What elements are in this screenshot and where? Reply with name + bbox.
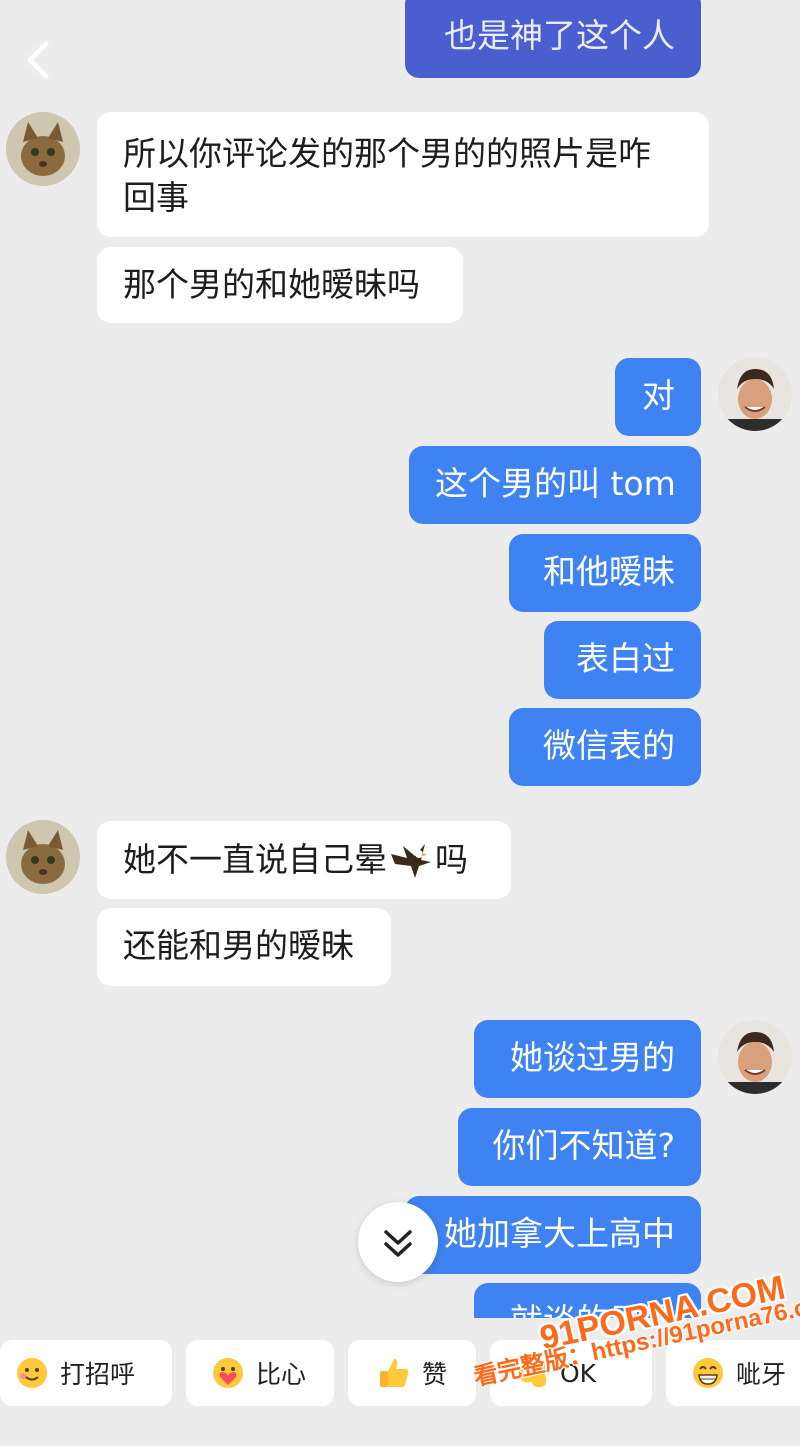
cat-avatar-image bbox=[6, 112, 80, 186]
quick-reply-heart[interactable]: 比心 bbox=[186, 1340, 334, 1406]
message-bubble-outgoing[interactable]: 她加拿大上高中 bbox=[405, 1196, 701, 1274]
contact-avatar[interactable] bbox=[6, 820, 80, 894]
quick-reply-label: 打招呼 bbox=[60, 1360, 136, 1389]
message-text: 所以你评论发的那个男的的照片是咋 bbox=[123, 134, 651, 173]
quick-reply-label: 赞 bbox=[422, 1360, 448, 1389]
message-text: 她加拿大上高中 bbox=[444, 1214, 675, 1253]
quick-reply-wave[interactable]: 打招呼 bbox=[0, 1340, 172, 1406]
message-text: 也是神了这个人 bbox=[444, 16, 675, 55]
message-bubble-incoming[interactable]: 还能和男的暧昧 bbox=[97, 908, 391, 986]
message-bubble-outgoing[interactable]: 她谈过男的 bbox=[474, 1020, 701, 1098]
message-text: 对 bbox=[642, 376, 675, 415]
message-text-line2: 回事 bbox=[123, 178, 189, 217]
message-text: 你们不知道? bbox=[492, 1126, 675, 1165]
quick-reply-label: 比心 bbox=[256, 1360, 307, 1389]
thumbs-up-emoji bbox=[380, 1359, 409, 1387]
message-bubble-outgoing[interactable]: 微信表的 bbox=[509, 708, 701, 786]
quick-reply-label: 呲牙 bbox=[736, 1360, 787, 1389]
message-bubble-outgoing[interactable]: 这个男的叫 tom bbox=[409, 446, 701, 524]
message-bubble-outgoing[interactable]: 对 bbox=[615, 358, 701, 436]
message-bubble-outgoing[interactable]: 也是神了这个人 bbox=[405, 0, 701, 78]
man-avatar-image bbox=[718, 1020, 792, 1094]
message-text-after: 吗 bbox=[435, 840, 468, 879]
cat-avatar-image bbox=[6, 820, 80, 894]
message-text: 表白过 bbox=[576, 639, 675, 678]
quick-reply-grin[interactable]: 呲牙 bbox=[666, 1340, 800, 1406]
wave-emoji bbox=[17, 1358, 47, 1388]
contact-avatar[interactable] bbox=[6, 112, 80, 186]
message-bubble-incoming[interactable]: 她不一直说自己晕 吗 bbox=[97, 821, 511, 899]
message-text: 她不一直说自己晕 bbox=[123, 840, 387, 879]
heart-hands-emoji bbox=[213, 1358, 243, 1388]
message-text: 这个男的叫 tom bbox=[435, 464, 676, 503]
message-text: 和他暧昧 bbox=[543, 552, 675, 591]
quick-reply-like[interactable]: 赞 bbox=[348, 1340, 476, 1406]
double-chevron-down-icon bbox=[384, 1230, 412, 1257]
man-avatar-image bbox=[718, 357, 792, 431]
chevron-left-icon bbox=[27, 41, 49, 79]
message-text: 微信表的 bbox=[543, 726, 675, 765]
message-text: 她谈过男的 bbox=[510, 1038, 675, 1077]
message-bubble-incoming[interactable]: 所以你评论发的那个男的的照片是咋 回事 bbox=[97, 112, 709, 237]
scroll-to-bottom-button[interactable] bbox=[358, 1202, 438, 1282]
message-text: 那个男的和她暧昧吗 bbox=[123, 265, 420, 304]
user-avatar[interactable] bbox=[718, 357, 792, 431]
message-bubble-outgoing[interactable]: 和他暧昧 bbox=[509, 534, 701, 612]
message-bubble-incoming[interactable]: 那个男的和她暧昧吗 bbox=[97, 247, 463, 323]
message-text: 还能和男的暧昧 bbox=[123, 926, 354, 965]
eagle-emoji bbox=[391, 844, 431, 878]
grin-emoji bbox=[693, 1358, 723, 1388]
message-bubble-outgoing[interactable]: 你们不知道? bbox=[458, 1108, 701, 1186]
back-button[interactable] bbox=[18, 38, 62, 82]
user-avatar[interactable] bbox=[718, 1020, 792, 1094]
message-bubble-outgoing[interactable]: 表白过 bbox=[544, 621, 701, 699]
